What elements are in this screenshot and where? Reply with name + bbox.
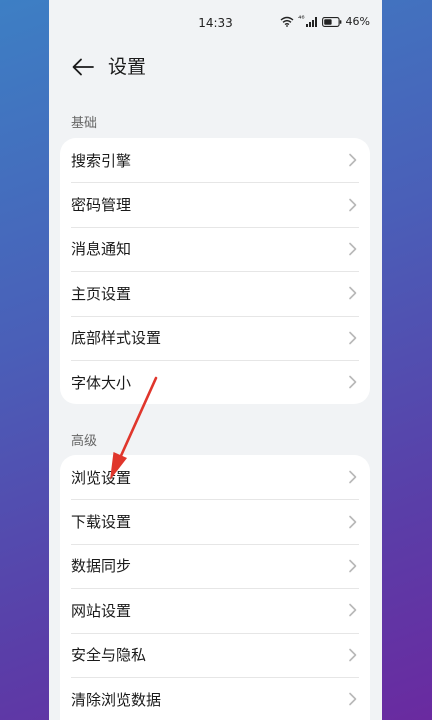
- signal-icon: [305, 16, 317, 27]
- settings-row-site-settings[interactable]: 网站设置: [60, 588, 370, 632]
- row-label: 安全与隐私: [71, 646, 147, 665]
- status-bar: 14:33 ⁴⁶ 46%: [49, 0, 382, 46]
- settings-row-search-engine[interactable]: 搜索引擎: [60, 138, 370, 182]
- settings-card-advanced: 浏览设置 下载设置 数据同步 网站设置 安全与隐私 清除浏览数据: [60, 455, 370, 720]
- back-button[interactable]: [69, 53, 97, 81]
- page-title: 设置: [108, 56, 147, 78]
- arrow-left-icon: [72, 58, 94, 76]
- chevron-right-icon: [349, 692, 357, 706]
- row-label: 密码管理: [71, 196, 132, 215]
- battery-percent: 46%: [345, 15, 370, 28]
- section-label-advanced: 高级: [71, 434, 98, 449]
- settings-row-font-size[interactable]: 字体大小: [60, 359, 370, 404]
- chevron-right-icon: [349, 604, 357, 617]
- battery-icon: [321, 16, 341, 27]
- row-label: 清除浏览数据: [71, 690, 162, 709]
- section-label-basic: 基础: [71, 116, 98, 131]
- settings-row-browsing[interactable]: 浏览设置: [60, 455, 370, 499]
- chevron-right-icon: [349, 559, 357, 573]
- chevron-right-icon: [349, 153, 357, 167]
- chevron-right-icon: [349, 242, 357, 256]
- settings-row-bottom-style[interactable]: 底部样式设置: [60, 315, 370, 360]
- settings-row-download[interactable]: 下载设置: [60, 499, 370, 543]
- settings-row-data-sync[interactable]: 数据同步: [60, 543, 370, 588]
- settings-row-password-manager[interactable]: 密码管理: [60, 182, 370, 226]
- chevron-right-icon: [349, 470, 357, 484]
- chevron-right-icon: [349, 331, 357, 345]
- row-label: 主页设置: [71, 284, 132, 303]
- settings-row-security-privacy[interactable]: 安全与隐私: [60, 632, 370, 677]
- row-label: 下载设置: [71, 513, 132, 532]
- wifi-icon: [280, 16, 294, 27]
- settings-row-notifications[interactable]: 消息通知: [60, 226, 370, 271]
- header-bar: 设置: [49, 46, 382, 88]
- network-type-label: ⁴⁶: [298, 14, 305, 23]
- row-label: 底部样式设置: [71, 329, 162, 348]
- phone-screen: 14:33 ⁴⁶ 46% 设置 基础 搜索引擎 密码管理 消息通知 主页设置 底…: [49, 0, 382, 720]
- status-icons: ⁴⁶ 46%: [280, 14, 370, 28]
- row-label: 搜索引擎: [71, 151, 132, 170]
- chevron-right-icon: [349, 515, 357, 528]
- row-label: 消息通知: [71, 240, 132, 259]
- chevron-right-icon: [349, 375, 357, 389]
- row-label: 浏览设置: [71, 468, 132, 487]
- row-label: 网站设置: [71, 601, 132, 620]
- row-label: 数据同步: [71, 557, 132, 576]
- chevron-right-icon: [349, 648, 357, 662]
- settings-card-basic: 搜索引擎 密码管理 消息通知 主页设置 底部样式设置 字体大小: [60, 138, 370, 405]
- row-label: 字体大小: [71, 373, 132, 392]
- chevron-right-icon: [349, 198, 357, 211]
- settings-row-clear-data[interactable]: 清除浏览数据: [60, 676, 370, 720]
- chevron-right-icon: [349, 287, 357, 300]
- settings-row-homepage[interactable]: 主页设置: [60, 271, 370, 315]
